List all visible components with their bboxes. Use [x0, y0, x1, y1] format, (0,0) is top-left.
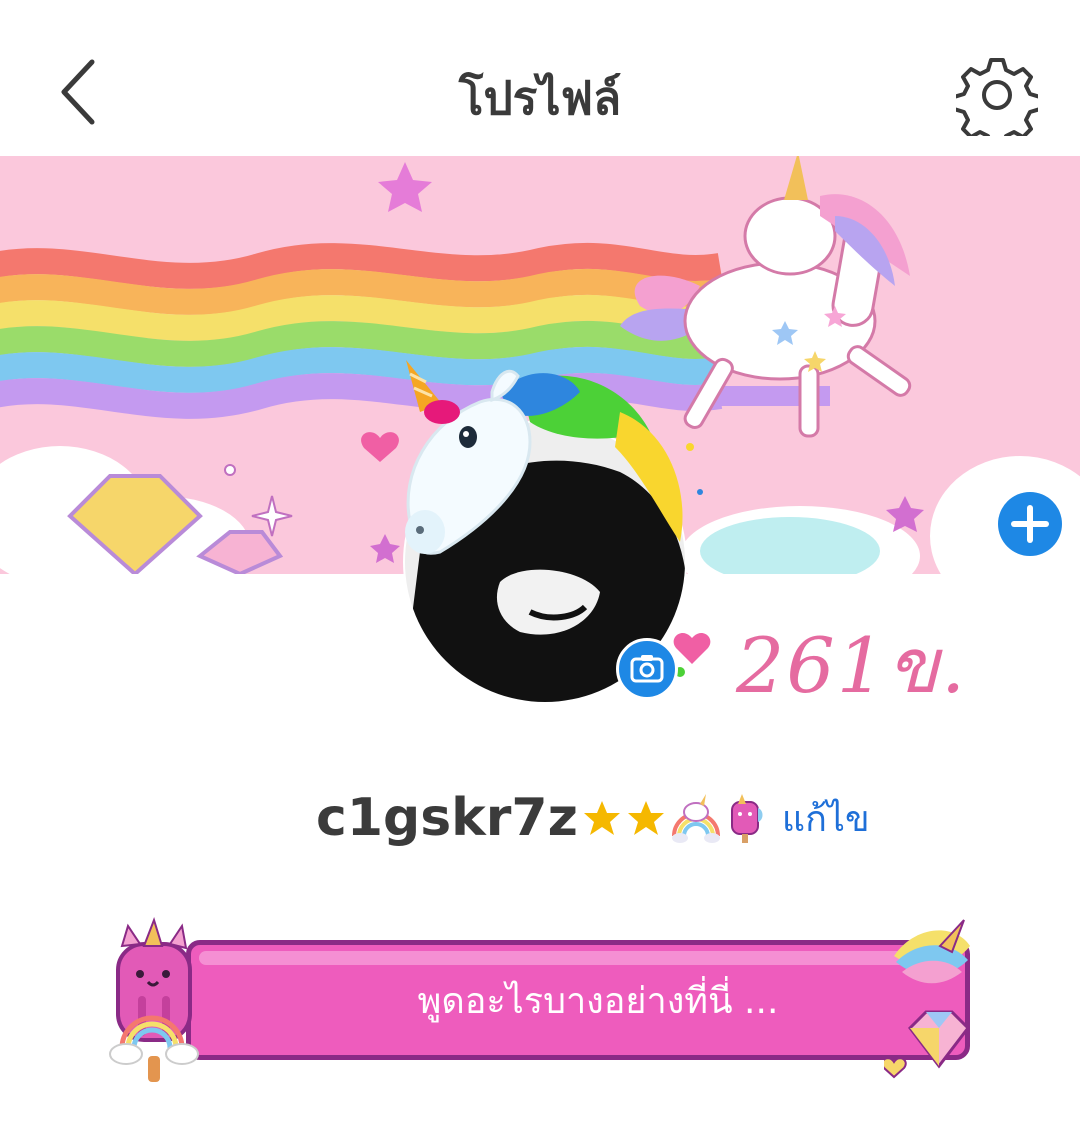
username-row: c1gskr7z แก้ไข	[316, 778, 870, 858]
unicorn-popsicle-decoration	[109, 916, 199, 1082]
profile-page: โปรไฟล์ 261ข. c1gskr7z แก้ไข พูดอะไรบางอ…	[0, 0, 1080, 1126]
plus-icon	[1011, 505, 1049, 543]
heart-icon	[673, 632, 711, 664]
edit-profile-link[interactable]: แก้ไข	[782, 790, 870, 847]
unicorn-diamond-decoration	[884, 919, 970, 1079]
status-placeholder: พูดอะไรบางอย่างที่นี่ ...	[417, 980, 779, 1022]
camera-icon	[630, 655, 664, 683]
star-badge-icon	[627, 801, 664, 835]
unicorn-popsicle-badge-icon	[730, 794, 763, 843]
star-badge-icon	[583, 801, 620, 835]
settings-button[interactable]	[952, 54, 1042, 148]
status-input-container: พูดอะไรบางอย่างที่นี่ ...	[108, 916, 980, 1084]
add-cover-button[interactable]	[998, 492, 1062, 556]
change-avatar-button[interactable]	[616, 638, 678, 700]
username: c1gskr7z	[316, 788, 578, 848]
top-bar: โปรไฟล์	[0, 0, 1080, 156]
page-title: โปรไฟล์	[458, 71, 622, 125]
unicorn-rainbow-badge-icon	[671, 794, 720, 843]
status-input[interactable]: พูดอะไรบางอย่างที่นี่ ...	[186, 940, 970, 1060]
handwritten-note: 261ข.	[736, 621, 968, 710]
gear-icon	[952, 58, 1042, 148]
